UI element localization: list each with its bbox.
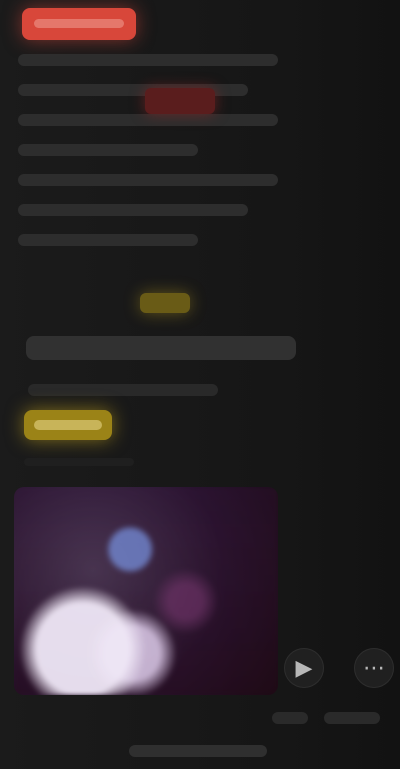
text-bar <box>26 336 296 360</box>
more-icon[interactable]: ⋯ <box>354 648 394 688</box>
bottom-actions <box>272 712 392 730</box>
bottom-action-pill[interactable] <box>272 712 308 724</box>
content-text-block <box>18 54 298 264</box>
accent-chip <box>140 293 190 313</box>
navigation-bar <box>129 745 267 757</box>
bottom-action-pill[interactable] <box>324 712 380 724</box>
text-line <box>18 174 278 186</box>
play-icon[interactable]: ▶ <box>284 648 324 688</box>
primary-button[interactable] <box>24 410 112 440</box>
text-line <box>18 144 198 156</box>
top-pill[interactable] <box>22 8 136 40</box>
text-line <box>18 234 198 246</box>
screen: ▶ ⋯ <box>0 0 400 769</box>
media-image <box>14 487 278 695</box>
subtext-line <box>28 384 218 396</box>
text-line <box>18 204 248 216</box>
divider <box>24 458 134 466</box>
media-preview[interactable] <box>14 487 278 695</box>
text-line <box>18 54 278 66</box>
highlight-chip <box>145 88 215 114</box>
text-line <box>18 114 278 126</box>
